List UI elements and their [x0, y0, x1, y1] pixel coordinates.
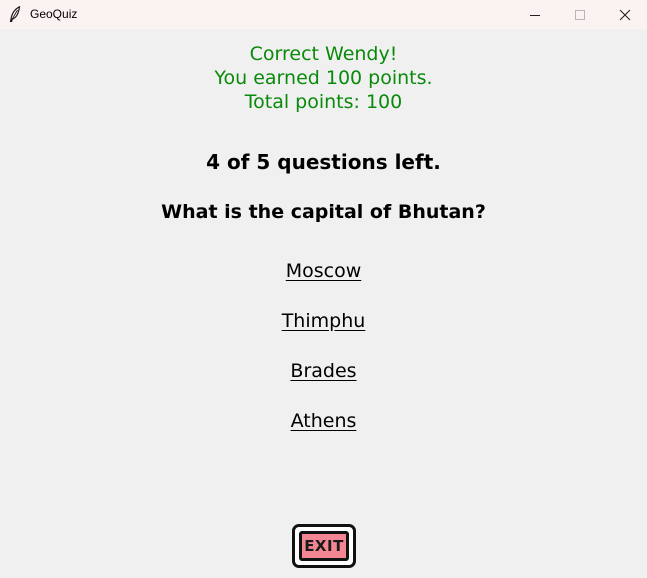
answer-option-label[interactable]: Brades: [290, 360, 356, 382]
answer-option-3: Brades: [0, 360, 647, 382]
answer-option-label[interactable]: Moscow: [286, 260, 362, 282]
close-button[interactable]: [602, 0, 647, 29]
minimize-button[interactable]: [512, 0, 558, 29]
answer-option-1: Moscow: [0, 260, 647, 282]
questions-remaining: 4 of 5 questions left.: [206, 150, 441, 174]
exit-button[interactable]: EXIT: [292, 524, 356, 568]
exit-button-label: EXIT: [299, 531, 349, 561]
answer-option-label[interactable]: Thimphu: [282, 310, 366, 332]
app-window: GeoQuiz Correct Wendy! You earned 100 po…: [0, 0, 647, 578]
quiz-content: Correct Wendy! You earned 100 points. To…: [0, 29, 647, 578]
window-title: GeoQuiz: [30, 7, 78, 21]
feedback-correct-message: Correct Wendy!: [249, 43, 398, 65]
answer-option-4: Athens: [0, 410, 647, 432]
feedback-total-points: Total points: 100: [244, 91, 403, 113]
maximize-button[interactable]: [557, 0, 603, 29]
question-text: What is the capital of Bhutan?: [161, 201, 486, 223]
answer-feedback: Correct Wendy! You earned 100 points. To…: [0, 42, 647, 114]
answer-option-label[interactable]: Athens: [291, 410, 357, 432]
feather-icon: [9, 6, 21, 22]
minimize-icon: [530, 14, 540, 16]
title-bar: GeoQuiz: [0, 0, 647, 29]
maximize-icon: [575, 9, 585, 20]
answer-option-2: Thimphu: [0, 310, 647, 332]
feedback-points-earned: You earned 100 points.: [214, 67, 433, 89]
close-icon: [619, 9, 631, 20]
